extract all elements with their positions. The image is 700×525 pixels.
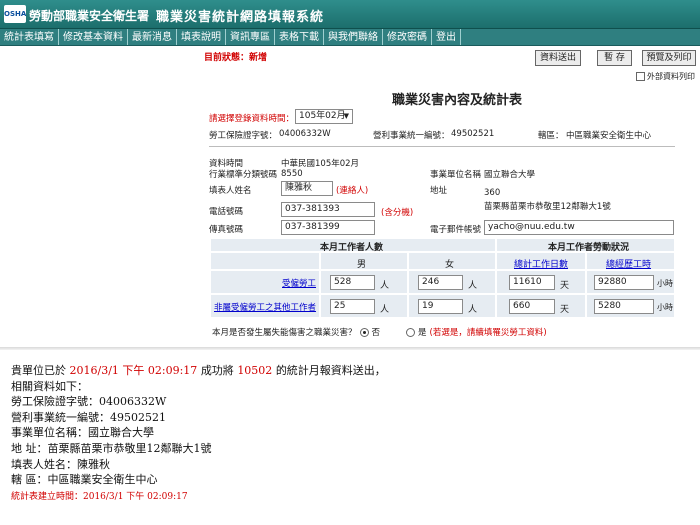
district-value: 中區職業安全衛生中心	[566, 131, 652, 141]
external-print-checkbox[interactable]	[636, 72, 645, 81]
phone-note: (含分機)	[381, 208, 414, 218]
biz-id-value: 49502521	[451, 129, 495, 139]
unit-hour: 小時	[657, 279, 673, 288]
address-zip: 360	[484, 188, 501, 198]
result-prefix: 貴單位已於	[11, 364, 66, 377]
menu-item-downloads[interactable]: 表格下載	[275, 29, 324, 45]
other-male-input[interactable]: 25	[330, 299, 375, 314]
fax-input[interactable]: 037-381399	[281, 220, 375, 235]
dropdown-arrow-icon: ▼	[343, 112, 349, 120]
email-input[interactable]: yacho@nuu.edu.tw	[484, 220, 674, 235]
result-biz-id: 營利事業統一編號：49502521	[11, 410, 166, 424]
result-mid: 成功將	[200, 364, 234, 377]
save-draft-button[interactable]: 暫 存	[597, 50, 632, 66]
employee-female-input[interactable]: 246	[418, 275, 463, 290]
industry-label: 行業標準分類號碼	[209, 170, 278, 180]
osha-logo: OSHA	[4, 5, 26, 23]
question-text: 本月是否發生屬失能傷害之職業災害？	[212, 328, 357, 338]
result-district: 轄 區：中區職業安全衛生中心	[11, 473, 158, 487]
unit-day: 天	[560, 281, 570, 291]
disability-question: 本月是否發生屬失能傷害之職業災害？ 否 是 (若選是，請續填罹災勞工資料)	[212, 326, 547, 338]
submission-result: 貴單位已於 2016/3/1 下午 02:09:17 成功將 10502 的統計…	[11, 363, 386, 505]
unit-person: 人	[468, 305, 478, 315]
result-address: 地 址：苗栗縣苗栗市恭敬里12鄰聯大1號	[11, 441, 212, 455]
menu-item-contact[interactable]: 與我們聯絡	[324, 29, 383, 45]
result-filler: 填表人姓名：陳雅秋	[11, 457, 110, 471]
table-header-cell	[210, 252, 320, 270]
menu-item-logout[interactable]: 登出	[432, 29, 461, 45]
address-label: 地址	[430, 186, 448, 196]
phone-label: 電話號碼	[209, 207, 244, 217]
fax-label: 傳真號碼	[209, 225, 244, 235]
statistics-table: 本月工作者人數 本月工作者勞動狀況 男 女 總計工作日數 總經歷工時 受僱勞工 …	[210, 238, 675, 318]
other-female-input[interactable]: 19	[418, 299, 463, 314]
menu-item-instructions[interactable]: 填表說明	[177, 29, 226, 45]
yes-label: 是	[418, 328, 427, 338]
employee-workdays-input[interactable]: 11610	[509, 275, 555, 290]
address-value: 苗栗縣苗栗市恭敬里12鄰聯大1號	[484, 202, 611, 212]
employee-male-input[interactable]: 528	[330, 275, 375, 290]
yes-note: (若選是，請續填罹災勞工資料)	[429, 328, 547, 338]
result-time: 2016/3/1 下午 02:09:17	[69, 364, 198, 377]
filler-note: (連絡人)	[336, 186, 369, 196]
section-divider	[209, 146, 675, 147]
female-header: 女	[445, 260, 455, 270]
district-label: 轄區：	[538, 131, 564, 141]
unit-name-label: 事業單位名稱	[430, 170, 482, 180]
external-print-option[interactable]: 外部資料列印	[636, 71, 695, 82]
other-workers-row-link[interactable]: 非屬受僱勞工之其他工作者	[214, 301, 316, 313]
employee-workhours-input[interactable]: 92880	[594, 275, 654, 290]
main-menu: 統計表填寫 修改基本資料 最新消息 填表說明 資訊專區 表格下載 與我們聯絡 修…	[0, 29, 700, 46]
app-header: OSHA 勞動部職業安全衛生署 職業災害統計網路填報系統	[0, 0, 700, 29]
no-label: 否	[371, 328, 381, 338]
biz-id-label: 營利事業統一編號：	[373, 131, 450, 141]
page-divider	[0, 347, 700, 350]
result-line-1: 貴單位已於 2016/3/1 下午 02:09:17 成功將 10502 的統計…	[11, 363, 386, 379]
other-workdays-input[interactable]: 660	[509, 299, 555, 314]
menu-item-news[interactable]: 最新消息	[128, 29, 177, 45]
insurance-label: 勞工保險證字號：	[209, 131, 278, 141]
result-code: 10502	[237, 364, 273, 377]
result-created-time: 統計表建立時間：2016/3/1 下午 02:09:17	[11, 491, 188, 502]
insurance-value: 04006332W	[279, 129, 331, 139]
phone-input[interactable]: 037-381393	[281, 202, 375, 217]
preview-print-button[interactable]: 預覽及列印	[642, 50, 696, 66]
result-unit-name: 事業單位名稱：國立聯合大學	[11, 426, 154, 440]
no-radio[interactable]	[359, 327, 369, 337]
data-time-value: 中華民國105年02月	[281, 159, 360, 169]
email-label: 電子郵件帳號	[430, 225, 482, 235]
male-header: 男	[357, 260, 367, 270]
unit-person: 人	[468, 281, 478, 291]
workhours-header-link[interactable]: 總經歷工時	[606, 257, 651, 270]
period-prompt: 請選擇登錄資料時間：	[209, 114, 295, 124]
unit-day: 天	[560, 305, 570, 315]
submit-button[interactable]: 資料送出	[535, 50, 581, 66]
system-title: 職業災害統計網路填報系統	[156, 10, 325, 25]
current-status: 目前狀態：新增	[204, 53, 268, 63]
form-title: 職業災害內容及統計表	[392, 93, 523, 108]
agency-name: 勞動部職業安全衛生署	[29, 9, 150, 23]
unit-hour: 小時	[657, 303, 673, 312]
result-line-2: 相關資料如下：	[11, 379, 88, 393]
menu-item-info[interactable]: 資訊專區	[226, 29, 275, 45]
result-insurance: 勞工保險證字號：04006332W	[11, 395, 167, 409]
filler-label: 填表人姓名	[209, 186, 252, 196]
period-select-value: 105年02月	[299, 111, 346, 121]
industry-value: 8550	[281, 169, 303, 179]
menu-item-stat-form[interactable]: 統計表填寫	[0, 29, 59, 45]
workdays-header-link[interactable]: 總計工作日數	[514, 257, 568, 270]
external-print-label: 外部資料列印	[647, 72, 695, 81]
yes-radio[interactable]	[406, 327, 416, 337]
employee-row-link[interactable]: 受僱勞工	[282, 277, 316, 289]
other-workhours-input[interactable]: 5280	[594, 299, 654, 314]
menu-item-edit-profile[interactable]: 修改基本資料	[59, 29, 128, 45]
menu-item-password[interactable]: 修改密碼	[383, 29, 432, 45]
filler-name-input[interactable]: 陳雅秋	[281, 181, 333, 196]
unit-person: 人	[380, 305, 390, 315]
result-suffix: 的統計月報資料送出，	[275, 364, 386, 377]
period-select[interactable]: 105年02月 ▼	[295, 109, 353, 124]
unit-name-value: 國立聯合大學	[484, 170, 536, 180]
unit-person: 人	[380, 281, 390, 291]
